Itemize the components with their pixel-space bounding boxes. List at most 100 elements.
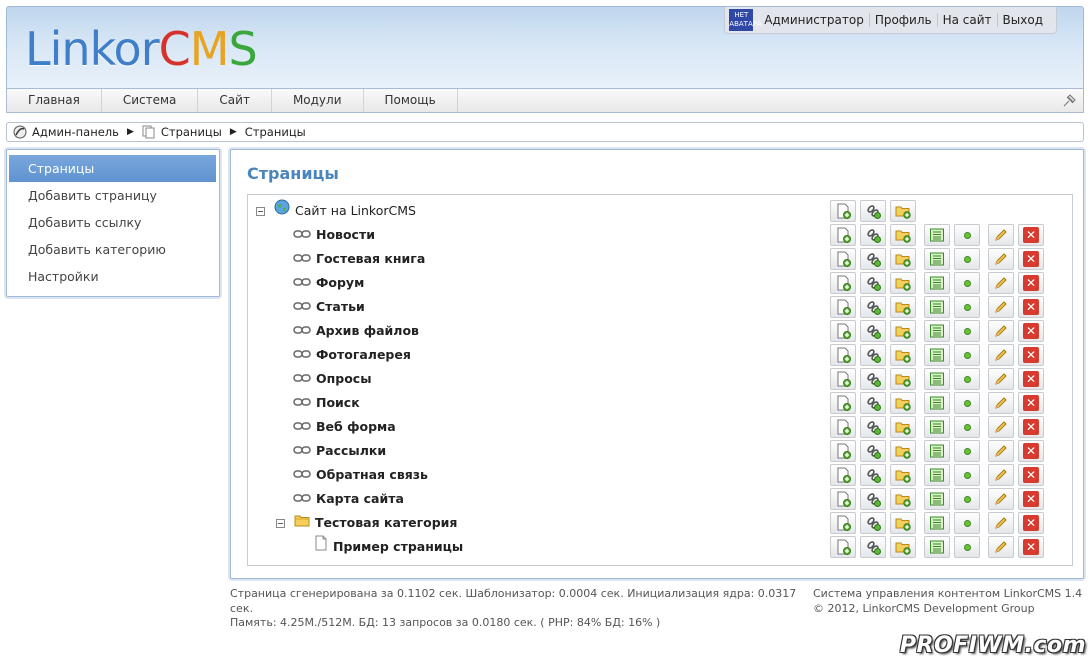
sidebar-item-pages[interactable]: Страницы bbox=[9, 155, 216, 182]
add-link-button[interactable] bbox=[860, 224, 886, 246]
edit-button[interactable] bbox=[988, 392, 1014, 414]
edit-button[interactable] bbox=[988, 464, 1014, 486]
add-link-button[interactable] bbox=[860, 536, 886, 558]
tree-link-item[interactable]: Опросы bbox=[293, 367, 372, 391]
user-link-profile[interactable]: Профиль bbox=[870, 13, 938, 27]
menu-items-button[interactable] bbox=[924, 512, 950, 534]
menu-items-button[interactable] bbox=[924, 488, 950, 510]
add-link-button[interactable] bbox=[860, 488, 886, 510]
toggle-status-button[interactable] bbox=[954, 344, 980, 366]
add-page-button[interactable] bbox=[830, 488, 856, 510]
delete-button[interactable]: ✕ bbox=[1018, 416, 1044, 438]
add-category-button[interactable] bbox=[890, 344, 916, 366]
tree-root[interactable]: − Сайт на LinkorCMS bbox=[256, 199, 416, 223]
add-link-button[interactable] bbox=[860, 344, 886, 366]
add-page-button[interactable] bbox=[830, 440, 856, 462]
add-page-button[interactable] bbox=[830, 368, 856, 390]
add-page-button[interactable] bbox=[830, 320, 856, 342]
add-category-button[interactable] bbox=[890, 224, 916, 246]
add-category-button[interactable] bbox=[890, 392, 916, 414]
tree-link-item[interactable]: Рассылки bbox=[293, 439, 386, 463]
toggle-status-button[interactable] bbox=[954, 224, 980, 246]
nav-item-home[interactable]: Главная bbox=[7, 89, 102, 112]
edit-button[interactable] bbox=[988, 440, 1014, 462]
nav-item-site[interactable]: Сайт bbox=[198, 89, 272, 112]
add-page-button[interactable] bbox=[830, 224, 856, 246]
add-page-button[interactable] bbox=[830, 296, 856, 318]
edit-button[interactable] bbox=[988, 368, 1014, 390]
menu-items-button[interactable] bbox=[924, 368, 950, 390]
delete-button[interactable]: ✕ bbox=[1018, 248, 1044, 270]
toggle-status-button[interactable] bbox=[954, 416, 980, 438]
collapse-toggle-icon[interactable]: − bbox=[256, 206, 265, 216]
sidebar-item-add-page[interactable]: Добавить страницу bbox=[9, 182, 216, 209]
add-link-button[interactable] bbox=[860, 200, 886, 222]
tree-link-item[interactable]: Новости bbox=[293, 223, 375, 247]
toggle-status-button[interactable] bbox=[954, 320, 980, 342]
tree-link-item[interactable]: Поиск bbox=[293, 391, 360, 415]
nav-item-modules[interactable]: Модули bbox=[272, 89, 364, 112]
add-category-button[interactable] bbox=[890, 368, 916, 390]
delete-button[interactable]: ✕ bbox=[1018, 464, 1044, 486]
add-link-button[interactable] bbox=[860, 464, 886, 486]
add-category-button[interactable] bbox=[890, 464, 916, 486]
menu-items-button[interactable] bbox=[924, 440, 950, 462]
menu-items-button[interactable] bbox=[924, 344, 950, 366]
delete-button[interactable]: ✕ bbox=[1018, 320, 1044, 342]
menu-items-button[interactable] bbox=[924, 320, 950, 342]
toggle-status-button[interactable] bbox=[954, 512, 980, 534]
delete-button[interactable]: ✕ bbox=[1018, 392, 1044, 414]
edit-button[interactable] bbox=[988, 512, 1014, 534]
menu-items-button[interactable] bbox=[924, 392, 950, 414]
edit-button[interactable] bbox=[988, 272, 1014, 294]
add-page-button[interactable] bbox=[830, 416, 856, 438]
menu-items-button[interactable] bbox=[924, 272, 950, 294]
user-link-admin[interactable]: Администратор bbox=[759, 13, 870, 27]
user-link-logout[interactable]: Выход bbox=[998, 13, 1048, 27]
nav-item-system[interactable]: Система bbox=[102, 89, 199, 112]
add-link-button[interactable] bbox=[860, 512, 886, 534]
tree-link-item[interactable]: Архив файлов bbox=[293, 319, 419, 343]
delete-button[interactable]: ✕ bbox=[1018, 296, 1044, 318]
menu-items-button[interactable] bbox=[924, 248, 950, 270]
add-category-button[interactable] bbox=[890, 440, 916, 462]
edit-button[interactable] bbox=[988, 248, 1014, 270]
menu-items-button[interactable] bbox=[924, 416, 950, 438]
toggle-status-button[interactable] bbox=[954, 488, 980, 510]
add-category-button[interactable] bbox=[890, 200, 916, 222]
menu-items-button[interactable] bbox=[924, 464, 950, 486]
tree-category-item[interactable]: − Тестовая категория bbox=[276, 511, 457, 535]
add-link-button[interactable] bbox=[860, 416, 886, 438]
add-category-button[interactable] bbox=[890, 248, 916, 270]
edit-button[interactable] bbox=[988, 344, 1014, 366]
toggle-status-button[interactable] bbox=[954, 296, 980, 318]
delete-button[interactable]: ✕ bbox=[1018, 536, 1044, 558]
tree-link-item[interactable]: Гостевая книга bbox=[293, 247, 425, 271]
add-page-button[interactable] bbox=[830, 344, 856, 366]
tree-link-item[interactable]: Веб форма bbox=[293, 415, 396, 439]
edit-button[interactable] bbox=[988, 320, 1014, 342]
edit-button[interactable] bbox=[988, 416, 1014, 438]
toggle-status-button[interactable] bbox=[954, 272, 980, 294]
add-link-button[interactable] bbox=[860, 440, 886, 462]
delete-button[interactable]: ✕ bbox=[1018, 368, 1044, 390]
nav-item-help[interactable]: Помощь bbox=[364, 89, 458, 112]
toggle-status-button[interactable] bbox=[954, 392, 980, 414]
toggle-status-button[interactable] bbox=[954, 536, 980, 558]
add-page-button[interactable] bbox=[830, 464, 856, 486]
tree-link-item[interactable]: Форум bbox=[293, 271, 364, 295]
add-page-button[interactable] bbox=[830, 248, 856, 270]
delete-button[interactable]: ✕ bbox=[1018, 224, 1044, 246]
delete-button[interactable]: ✕ bbox=[1018, 272, 1044, 294]
delete-button[interactable]: ✕ bbox=[1018, 488, 1044, 510]
edit-button[interactable] bbox=[988, 224, 1014, 246]
menu-items-button[interactable] bbox=[924, 224, 950, 246]
tree-link-item[interactable]: Обратная связь bbox=[293, 463, 428, 487]
add-category-button[interactable] bbox=[890, 416, 916, 438]
add-page-button[interactable] bbox=[830, 512, 856, 534]
edit-button[interactable] bbox=[988, 488, 1014, 510]
tree-page-item[interactable]: Пример страницы bbox=[314, 535, 463, 559]
add-link-button[interactable] bbox=[860, 368, 886, 390]
breadcrumb-item-admin[interactable]: Админ-панель bbox=[13, 125, 119, 139]
add-page-button[interactable] bbox=[830, 392, 856, 414]
